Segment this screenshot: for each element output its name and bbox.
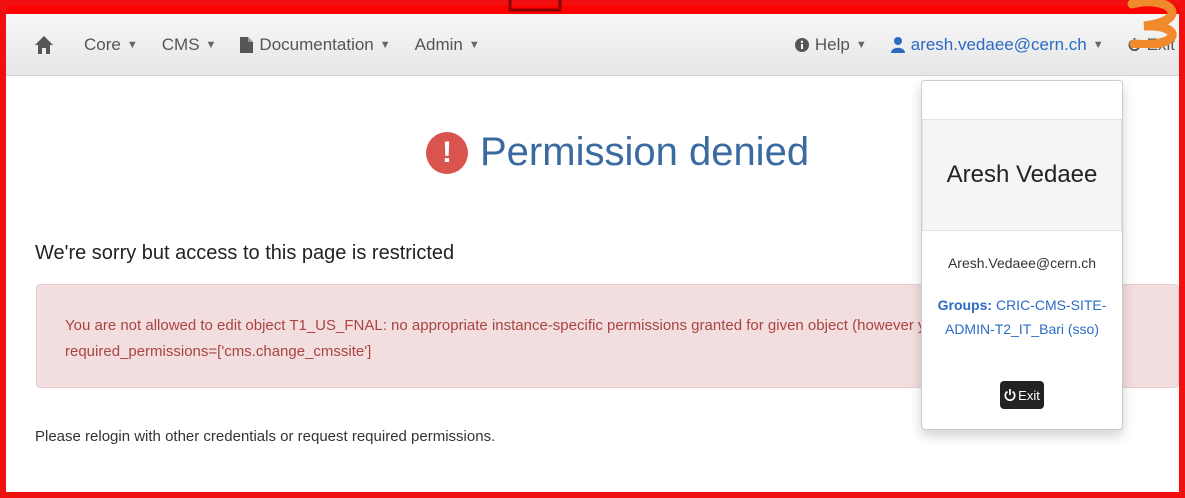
nav-core-label: Core [84, 34, 121, 54]
restricted-heading: We're sorry but access to this page is r… [35, 242, 455, 264]
nav-cms-label: CMS [161, 34, 200, 54]
caret-down-icon: ▼ [126, 38, 138, 51]
screenshot-annotation-bar [0, 0, 1185, 14]
user-email-label: aresh.vedaee@cern.ch [910, 34, 1087, 54]
caret-down-icon: ▼ [205, 38, 217, 51]
exit-button[interactable]: Exit [1000, 381, 1044, 409]
caret-down-icon: ▼ [855, 38, 867, 51]
exit-button-label: Exit [1018, 387, 1040, 403]
page-title: ! Permission denied [426, 130, 809, 175]
page-title-text: Permission denied [480, 130, 810, 174]
caret-down-icon: ▼ [1092, 38, 1104, 51]
nav-documentation-dropdown[interactable]: Documentation ▼ [228, 14, 402, 76]
home-link[interactable] [6, 14, 72, 76]
nav-cms-dropdown[interactable]: CMS ▼ [150, 14, 229, 76]
groups-label: Groups: [937, 297, 993, 313]
file-icon [240, 36, 254, 53]
nav-documentation-label: Documentation [259, 34, 374, 54]
user-menu-dropdown[interactable]: aresh.vedaee@cern.ch ▼ [879, 14, 1116, 76]
top-navbar: Core ▼ CMS ▼ Documentation ▼ Admin ▼ Help ▼ a… [6, 14, 1179, 76]
nav-core-dropdown[interactable]: Core ▼ [72, 14, 150, 76]
annotation-mark [508, 0, 562, 12]
power-icon [1004, 389, 1016, 401]
user-icon [890, 36, 905, 53]
user-email: Aresh.Vedaee@cern.ch [947, 255, 1097, 271]
caret-down-icon: ▼ [468, 38, 480, 51]
nav-help-dropdown[interactable]: Help ▼ [783, 14, 879, 76]
caret-down-icon: ▼ [379, 38, 391, 51]
user-groups: Groups: CRIC-CMS-SITE- ADMIN-T2_IT_Bari … [922, 293, 1122, 341]
exclamation-icon: ! [426, 131, 468, 174]
user-full-name: Aresh Vedaee [922, 119, 1122, 231]
user-dropdown-menu: Aresh Vedaee Aresh.Vedaee@cern.ch Groups… [921, 80, 1123, 430]
info-icon [794, 37, 809, 52]
relogin-message: Please relogin with other credentials or… [35, 428, 496, 445]
home-icon [35, 35, 53, 54]
nav-admin-dropdown[interactable]: Admin ▼ [403, 14, 492, 76]
groups-value-2: ADMIN-T2_IT_Bari (sso) [944, 321, 1100, 337]
nav-help-label: Help [814, 34, 850, 54]
nav-right-group: Help ▼ aresh.vedaee@cern.ch ▼ Exit [783, 14, 1179, 76]
nav-admin-label: Admin [414, 34, 463, 54]
annotation-arrow [1127, 0, 1177, 48]
groups-value-1: CRIC-CMS-SITE- [995, 297, 1107, 313]
